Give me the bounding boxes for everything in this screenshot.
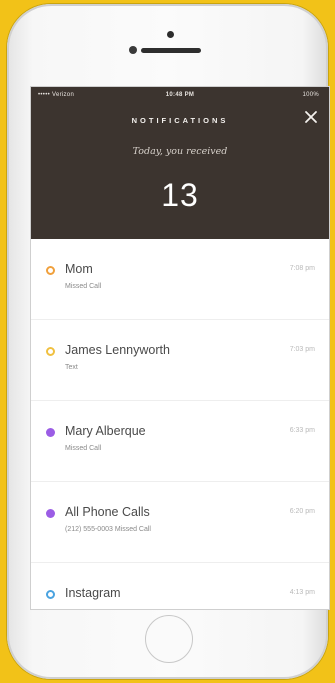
notification-time: 7:03 pm: [289, 346, 315, 353]
notifications-header: ••••• Verizon 10:48 PM 100% NOTIFICATION…: [31, 87, 329, 239]
page-title: NOTIFICATIONS: [131, 116, 229, 125]
notification-time: 7:08 pm: [289, 265, 315, 272]
status-dot-icon: [46, 347, 55, 356]
notification-time: 6:20 pm: [289, 508, 315, 515]
status-bar: ••••• Verizon 10:48 PM 100%: [31, 87, 329, 103]
notification-title: Mary Alberque: [65, 424, 146, 438]
notification-item[interactable]: Instagram 4:13 pm: [31, 563, 329, 609]
phone-screen: ••••• Verizon 10:48 PM 100% NOTIFICATION…: [30, 86, 330, 610]
notification-detail: Missed Call: [65, 445, 102, 452]
proximity-sensor: [129, 46, 137, 54]
close-icon-glyph: [305, 111, 317, 123]
notification-item[interactable]: Mom Missed Call 7:08 pm: [31, 239, 329, 320]
notification-time: 6:33 pm: [289, 427, 315, 434]
status-time: 10:48 PM: [165, 92, 195, 98]
battery-level: 100%: [302, 92, 319, 98]
status-dot-icon: [46, 266, 55, 275]
home-button[interactable]: [145, 615, 193, 663]
status-dot-icon: [46, 428, 55, 437]
earpiece-speaker: [141, 48, 201, 53]
status-dot-icon: [46, 590, 55, 599]
status-dot-icon: [46, 509, 55, 518]
notification-detail: Text: [65, 364, 78, 371]
close-icon[interactable]: [303, 109, 319, 125]
notification-time: 4:13 pm: [289, 589, 315, 596]
notification-title: Instagram: [65, 586, 121, 600]
front-camera: [167, 31, 174, 38]
notification-count: 13: [161, 177, 199, 213]
notification-item[interactable]: Mary Alberque Missed Call 6:33 pm: [31, 401, 329, 482]
notification-title: Mom: [65, 262, 93, 276]
notification-title: James Lennyworth: [65, 343, 170, 357]
notification-title: All Phone Calls: [65, 505, 150, 519]
notification-list: Mom Missed Call 7:08 pm James Lennyworth…: [31, 239, 329, 609]
notification-item[interactable]: All Phone Calls (212) 555-0003 Missed Ca…: [31, 482, 329, 563]
notification-detail: Missed Call: [65, 283, 102, 290]
notification-item[interactable]: James Lennyworth Text 7:03 pm: [31, 320, 329, 401]
notification-detail: (212) 555-0003 Missed Call: [65, 526, 151, 533]
summary-subtitle: Today, you received: [132, 146, 228, 157]
